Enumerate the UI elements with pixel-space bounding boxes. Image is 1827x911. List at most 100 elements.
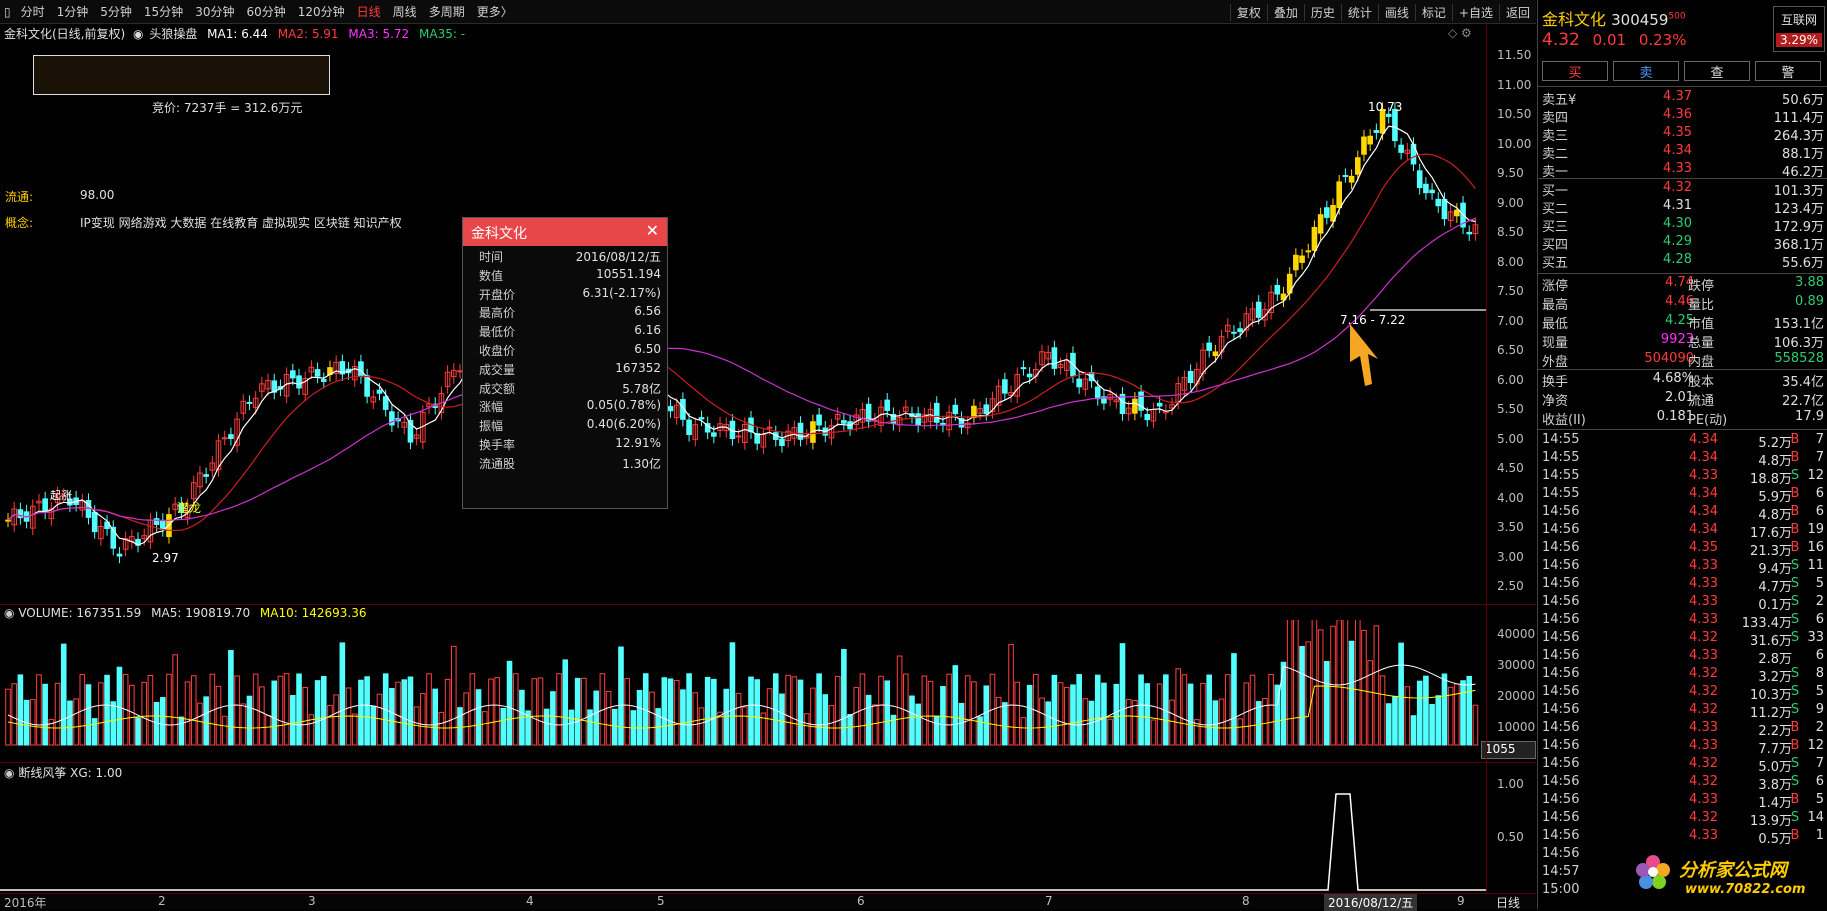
period-label[interactable]: 日线 [1496,894,1520,911]
tool-button-3[interactable]: 统计 [1340,3,1378,21]
tick-time: 14:55 [1542,432,1580,447]
fund-value: 2.01 [1665,390,1694,405]
level-volume: 111.4万 [1773,111,1824,126]
tick-time: 14:55 [1542,486,1580,501]
close-icon[interactable]: ✕ [646,221,659,240]
buy-level[interactable]: 买五 4.28 55.6万 [1538,252,1827,271]
tick-qty: 5.9万 [1758,490,1792,505]
sell-level[interactable]: 卖三 4.35 264.3万 [1538,125,1827,144]
tick-qty: 0.1万 [1758,598,1792,613]
action-button-1[interactable]: 卖 [1613,61,1679,81]
price-tick: 2.50 [1497,579,1524,593]
tick-row: 14:56 4.32 3.8万 S 6 [1538,774,1827,793]
action-button-0[interactable]: 买 [1542,61,1608,81]
sell-level[interactable]: 卖五¥ 4.37 50.6万 [1538,89,1827,108]
popup-key: 涨幅 [479,400,504,415]
watermark-url: www.70822.com [1685,882,1806,897]
tick-time: 14:56 [1542,846,1580,861]
volume-toggle-icon[interactable]: ◉ [4,606,14,620]
tool-button-1[interactable]: 叠加 [1266,3,1304,21]
tick-price: 4.32 [1689,630,1718,645]
popup-row: 开盘价 6.31(-2.17%) [463,286,667,305]
volume-tick: 10000 [1497,720,1536,734]
tick-count: 6 [1815,612,1824,627]
tick-price: 4.33 [1689,612,1718,627]
tool-button-0[interactable]: 复权 [1229,3,1267,21]
tab-9[interactable]: 多周期 [423,3,471,20]
fund-value2: 17.9 [1795,409,1824,424]
fund-label2: PE(动) [1688,413,1728,428]
tick-row: 14:56 4.35 21.3万 B 16 [1538,540,1827,559]
tab-0[interactable]: 分时 [15,3,51,20]
action-button-3[interactable]: 警 [1755,61,1821,81]
quote-label: 最低 [1542,317,1569,332]
tick-price: 4.33 [1689,576,1718,591]
tab-4[interactable]: 30分钟 [189,3,240,20]
tab-6[interactable]: 120分钟 [292,3,351,20]
toolbar-menu-icon[interactable]: ▯ [0,5,15,19]
sector-tag[interactable]: 互联网 3.29% [1773,6,1825,52]
period-toolbar: ▯ 分时 1分钟 5分钟 15分钟 30分钟 60分钟 120分钟 日线 周线 多周期 更多〉 复权… [0,0,1536,24]
tick-qty: 13.9万 [1750,814,1792,829]
tick-count: 16 [1807,540,1824,555]
tick-side: S [1790,468,1800,483]
tool-button-5[interactable]: 标记 [1414,3,1452,21]
level-label: 买二 [1542,202,1569,217]
tick-price: 4.33 [1689,594,1718,609]
buy-level[interactable]: 买二 4.31 123.4万 [1538,198,1827,217]
sell-level[interactable]: 卖二 4.34 88.1万 [1538,143,1827,162]
sell-level[interactable]: 卖一 4.33 46.2万 [1538,161,1827,180]
tick-qty: 4.7万 [1758,580,1792,595]
tick-side: B [1790,720,1800,735]
flower-logo-icon [1633,852,1673,892]
level-price: 4.31 [1663,198,1692,213]
tab-10[interactable]: 更多〉 [471,3,519,20]
x-tick: 3 [308,894,316,908]
price-tick: 7.00 [1497,313,1524,328]
sell-level[interactable]: 卖四 4.36 111.4万 [1538,107,1827,126]
tick-time: 14:56 [1542,594,1580,609]
tick-side: B [1790,504,1800,519]
buy-level[interactable]: 买四 4.29 368.1万 [1538,234,1827,253]
level-volume: 172.9万 [1773,220,1824,235]
quote-value: 9923 [1660,332,1694,347]
tick-row: 14:56 4.32 5.0万 S 7 [1538,756,1827,775]
buy-level[interactable]: 买一 4.32 101.3万 [1538,180,1827,199]
tool-button-7[interactable]: 返回 [1498,3,1536,21]
buy-level[interactable]: 买三 4.30 172.9万 [1538,216,1827,235]
tick-side: S [1790,576,1800,591]
tab-7[interactable]: 日线 [351,3,387,20]
tab-1[interactable]: 1分钟 [51,3,95,20]
level-volume: 123.4万 [1773,202,1824,217]
candlestick-chart[interactable] [0,24,1497,604]
tab-8[interactable]: 周线 [387,3,423,20]
tick-row: 14:56 4.33 133.4万 S 6 [1538,612,1827,631]
tick-qty: 18.8万 [1750,472,1792,487]
tick-qty: 21.3万 [1750,544,1792,559]
quote-row: 最高 4.46 量比 0.89 [1538,294,1827,313]
tool-button-4[interactable]: 画线 [1377,3,1415,21]
level-label: 买四 [1542,238,1569,253]
tick-qty: 9.4万 [1758,562,1792,577]
x-tick: 5 [657,894,665,908]
tick-side: B [1790,486,1800,501]
tick-side: B [1790,522,1800,537]
volume-tick: 20000 [1497,689,1536,703]
tick-price: 4.34 [1689,486,1718,501]
sector-pct: 3.29% [1776,33,1822,47]
tab-3[interactable]: 15分钟 [138,3,189,20]
indicator2-chart[interactable] [0,778,1497,891]
tab-5[interactable]: 60分钟 [240,3,291,20]
tick-count: 6 [1815,648,1824,663]
low-label: 2.97 [152,551,179,565]
tool-button-6[interactable]: +自选 [1451,3,1499,21]
action-button-2[interactable]: 查 [1684,61,1750,81]
tool-button-2[interactable]: 历史 [1303,3,1341,21]
tab-2[interactable]: 5分钟 [94,3,138,20]
volume-chart[interactable] [0,620,1497,760]
tick-row: 14:56 4.33 0.1万 S 2 [1538,594,1827,613]
level-volume: 88.1万 [1782,147,1824,162]
price-tick: 3.00 [1497,549,1524,564]
tick-qty: 10.3万 [1750,688,1792,703]
tick-price: 4.32 [1689,774,1718,789]
